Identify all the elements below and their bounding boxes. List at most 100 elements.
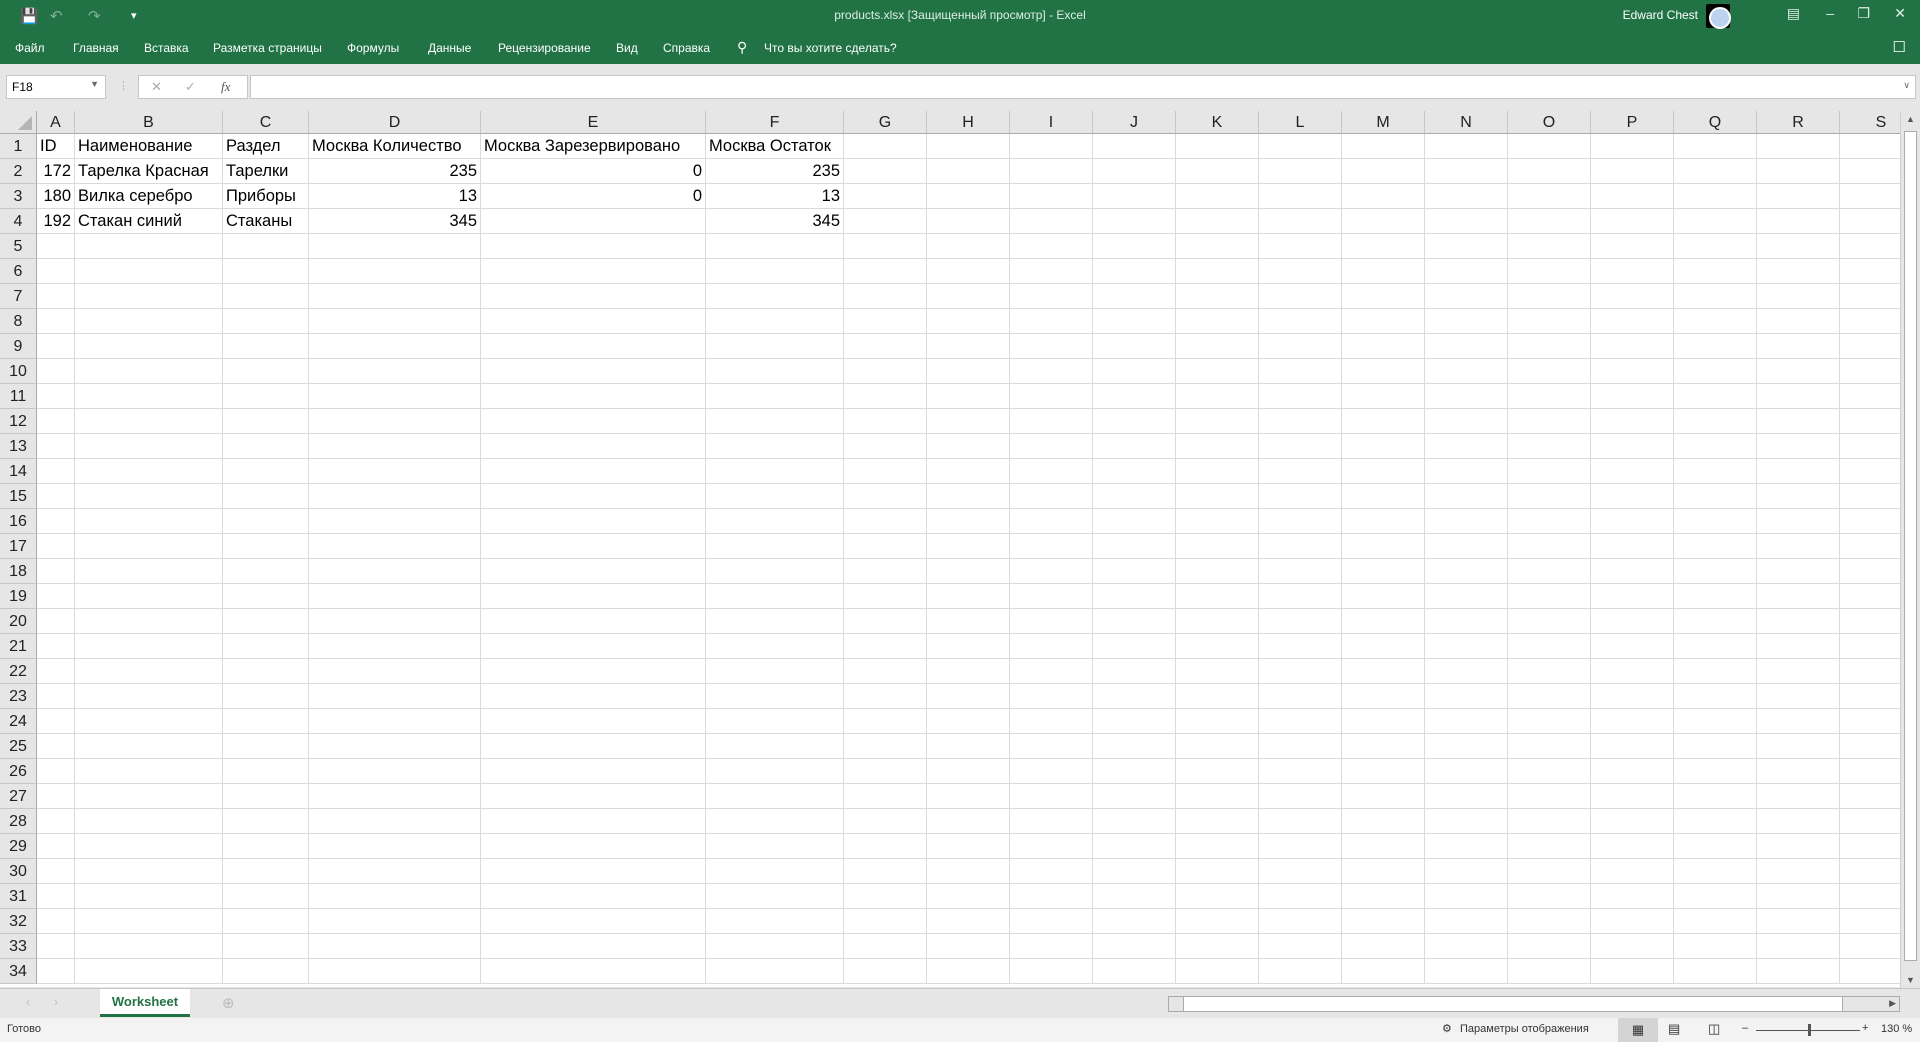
cell-L30[interactable] (1259, 859, 1342, 884)
cell-C16[interactable] (223, 509, 309, 534)
cell-M8[interactable] (1342, 309, 1425, 334)
display-settings-icon[interactable]: ⚙ (1442, 1022, 1452, 1035)
cell-G27[interactable] (844, 784, 927, 809)
restore-icon[interactable]: ❐ (1857, 5, 1870, 22)
cell-A20[interactable] (37, 609, 75, 634)
cell-I15[interactable] (1010, 484, 1093, 509)
cell-J20[interactable] (1093, 609, 1176, 634)
cell-J23[interactable] (1093, 684, 1176, 709)
cell-G9[interactable] (844, 334, 927, 359)
cell-I26[interactable] (1010, 759, 1093, 784)
cell-S15[interactable] (1840, 484, 1900, 509)
cell-B5[interactable] (75, 234, 223, 259)
cell-S9[interactable] (1840, 334, 1900, 359)
cell-E13[interactable] (481, 434, 706, 459)
cell-O14[interactable] (1508, 459, 1591, 484)
cell-J11[interactable] (1093, 384, 1176, 409)
cell-P13[interactable] (1591, 434, 1674, 459)
cell-R7[interactable] (1757, 284, 1840, 309)
cell-C1[interactable]: Раздел (223, 134, 309, 159)
cell-S22[interactable] (1840, 659, 1900, 684)
cell-Q7[interactable] (1674, 284, 1757, 309)
cell-S12[interactable] (1840, 409, 1900, 434)
cell-C32[interactable] (223, 909, 309, 934)
cell-K14[interactable] (1176, 459, 1259, 484)
cell-G6[interactable] (844, 259, 927, 284)
cell-F4[interactable]: 345 (706, 209, 844, 234)
tab-review[interactable]: Рецензирование (498, 41, 591, 55)
cell-F13[interactable] (706, 434, 844, 459)
cell-J28[interactable] (1093, 809, 1176, 834)
cell-R30[interactable] (1757, 859, 1840, 884)
cell-O25[interactable] (1508, 734, 1591, 759)
cell-C7[interactable] (223, 284, 309, 309)
cell-H15[interactable] (927, 484, 1010, 509)
cell-E21[interactable] (481, 634, 706, 659)
cell-M27[interactable] (1342, 784, 1425, 809)
column-header-K[interactable]: K (1176, 111, 1259, 134)
tab-page-layout[interactable]: Разметка страницы (213, 41, 322, 55)
cell-Q33[interactable] (1674, 934, 1757, 959)
cell-K18[interactable] (1176, 559, 1259, 584)
column-header-S[interactable]: S (1840, 111, 1900, 134)
cell-O32[interactable] (1508, 909, 1591, 934)
cell-C15[interactable] (223, 484, 309, 509)
cell-D19[interactable] (309, 584, 481, 609)
cell-B23[interactable] (75, 684, 223, 709)
cell-Q25[interactable] (1674, 734, 1757, 759)
cell-S23[interactable] (1840, 684, 1900, 709)
cell-B9[interactable] (75, 334, 223, 359)
cell-H28[interactable] (927, 809, 1010, 834)
cell-M21[interactable] (1342, 634, 1425, 659)
cell-H12[interactable] (927, 409, 1010, 434)
cell-I21[interactable] (1010, 634, 1093, 659)
cell-K28[interactable] (1176, 809, 1259, 834)
cell-M7[interactable] (1342, 284, 1425, 309)
cell-S5[interactable] (1840, 234, 1900, 259)
cell-L34[interactable] (1259, 959, 1342, 984)
cell-I32[interactable] (1010, 909, 1093, 934)
cell-B6[interactable] (75, 259, 223, 284)
cell-I10[interactable] (1010, 359, 1093, 384)
column-header-L[interactable]: L (1259, 111, 1342, 134)
cell-F17[interactable] (706, 534, 844, 559)
cell-S10[interactable] (1840, 359, 1900, 384)
cell-A5[interactable] (37, 234, 75, 259)
cell-L9[interactable] (1259, 334, 1342, 359)
cell-J4[interactable] (1093, 209, 1176, 234)
cell-D31[interactable] (309, 884, 481, 909)
cell-F31[interactable] (706, 884, 844, 909)
cell-C23[interactable] (223, 684, 309, 709)
cell-N4[interactable] (1425, 209, 1508, 234)
page-break-view-icon[interactable]: ◫ (1708, 1021, 1720, 1037)
cell-S31[interactable] (1840, 884, 1900, 909)
cell-F12[interactable] (706, 409, 844, 434)
column-header-C[interactable]: C (223, 111, 309, 134)
cell-E5[interactable] (481, 234, 706, 259)
cell-A17[interactable] (37, 534, 75, 559)
avatar[interactable] (1706, 4, 1731, 29)
cell-J34[interactable] (1093, 959, 1176, 984)
cell-M34[interactable] (1342, 959, 1425, 984)
cell-D20[interactable] (309, 609, 481, 634)
cell-B24[interactable] (75, 709, 223, 734)
cell-L15[interactable] (1259, 484, 1342, 509)
cell-L32[interactable] (1259, 909, 1342, 934)
cell-D34[interactable] (309, 959, 481, 984)
cell-M4[interactable] (1342, 209, 1425, 234)
scroll-right-icon[interactable]: ▶ (1889, 998, 1896, 1009)
cell-K32[interactable] (1176, 909, 1259, 934)
cell-S28[interactable] (1840, 809, 1900, 834)
column-header-H[interactable]: H (927, 111, 1010, 134)
cell-O34[interactable] (1508, 959, 1591, 984)
cell-E10[interactable] (481, 359, 706, 384)
cell-N29[interactable] (1425, 834, 1508, 859)
cell-F25[interactable] (706, 734, 844, 759)
cell-J26[interactable] (1093, 759, 1176, 784)
column-header-D[interactable]: D (309, 111, 481, 134)
cell-P4[interactable] (1591, 209, 1674, 234)
cell-F15[interactable] (706, 484, 844, 509)
cell-D9[interactable] (309, 334, 481, 359)
cell-D33[interactable] (309, 934, 481, 959)
cell-Q13[interactable] (1674, 434, 1757, 459)
